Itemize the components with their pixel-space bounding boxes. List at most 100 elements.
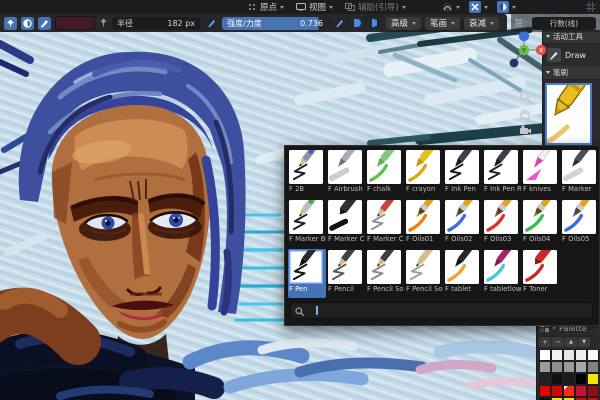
brush-thumbnail[interactable] xyxy=(562,200,596,234)
brush-thumbnail[interactable] xyxy=(406,200,440,234)
brush-thumbnail[interactable] xyxy=(523,150,557,184)
zoom-icon[interactable] xyxy=(519,90,532,103)
brush-thumbnail[interactable] xyxy=(445,150,479,184)
palette-swatch[interactable] xyxy=(575,361,587,373)
palette-swatch[interactable] xyxy=(551,373,563,385)
pan-hand-icon[interactable] xyxy=(519,107,532,120)
brush-item[interactable]: F crayon xyxy=(405,149,443,198)
brush-item[interactable]: F Ink Pen xyxy=(444,149,482,198)
palette-swatch[interactable] xyxy=(563,361,575,373)
brush-thumbnail[interactable] xyxy=(367,250,401,284)
brush-item[interactable]: F Marker Chi... xyxy=(327,199,365,248)
brush-item[interactable]: F Oils01 xyxy=(405,199,443,248)
brush-thumbnail[interactable] xyxy=(289,150,323,184)
palette-swatch[interactable] xyxy=(563,385,575,397)
brush-search-input[interactable] xyxy=(308,303,312,318)
brush-item[interactable]: F Pencil xyxy=(327,249,365,298)
palette-swatch[interactable] xyxy=(575,349,587,361)
brush-search-field[interactable] xyxy=(290,302,593,319)
brush-thumbnail[interactable] xyxy=(406,250,440,284)
palette-swatch[interactable] xyxy=(587,385,599,397)
palette-swatch[interactable] xyxy=(575,385,587,397)
palette-swatch[interactable] xyxy=(563,373,575,385)
radius-pressure-icon[interactable] xyxy=(204,16,218,30)
palette-swatch[interactable] xyxy=(587,361,599,373)
strength-slider[interactable]: 强度/力度 0.736 xyxy=(222,16,328,30)
brush-item[interactable]: F 2B xyxy=(288,149,326,198)
brush-section-header[interactable]: 笔刷 xyxy=(543,66,600,80)
brush-item[interactable]: F Pencil Soft... xyxy=(405,249,443,298)
palette-swatch[interactable] xyxy=(563,349,575,361)
strength-pressure-icon[interactable] xyxy=(332,16,346,30)
brush-item[interactable]: F chalk xyxy=(366,149,404,198)
palette-swatch[interactable] xyxy=(551,385,563,397)
palette-move-down-button[interactable]: ▼ xyxy=(578,337,590,347)
overlay-grid-icon[interactable] xyxy=(586,2,596,12)
brush-item[interactable]: F Pen xyxy=(288,249,326,298)
brush-thumbnail[interactable] xyxy=(445,200,479,234)
brush-color-field[interactable] xyxy=(55,16,95,30)
brush-thumbnail[interactable] xyxy=(484,200,518,234)
brush-item[interactable]: F Ink Pen Ro... xyxy=(483,149,521,198)
brush-thumbnail[interactable] xyxy=(484,150,518,184)
display-mode-dropdown[interactable] xyxy=(497,1,516,13)
brush-thumbnail[interactable] xyxy=(523,250,557,284)
brush-item[interactable]: F Pencil Soft xyxy=(366,249,404,298)
brush-thumbnail[interactable] xyxy=(445,250,479,284)
brush-preview[interactable] xyxy=(545,83,592,145)
brush-item[interactable]: F Marker Chi... xyxy=(366,199,404,248)
palette-move-up-button[interactable]: ▲ xyxy=(565,337,577,347)
palette-swatch[interactable] xyxy=(551,349,563,361)
brush-item[interactable]: F Oils04 xyxy=(522,199,560,248)
advanced-dropdown[interactable]: 高级 xyxy=(386,16,422,30)
pin-toggle[interactable] xyxy=(4,16,17,30)
pin-icon[interactable] xyxy=(99,18,108,28)
blend-mode-icon-1[interactable] xyxy=(350,16,364,30)
palette-swatch[interactable] xyxy=(551,361,563,373)
axis-gizmo[interactable]: X Y xyxy=(503,29,547,81)
brush-thumbnail[interactable] xyxy=(328,200,362,234)
palette-swatch[interactable] xyxy=(539,349,551,361)
palette-swatch[interactable] xyxy=(587,373,599,385)
brush-item[interactable]: F Oils05 xyxy=(561,199,599,248)
falloff-preview-dropdown[interactable] xyxy=(442,2,460,13)
brush-thumbnail[interactable] xyxy=(562,150,596,184)
brush-thumbnail[interactable] xyxy=(367,150,401,184)
active-tool-header[interactable]: 活动工具 xyxy=(543,30,600,44)
view-dropdown[interactable]: 视图 xyxy=(296,1,334,13)
guides-dropdown[interactable]: 辅助(引导) xyxy=(345,1,406,13)
brush-item[interactable]: F knives xyxy=(522,149,560,198)
brush-item[interactable]: F tabletlow xyxy=(483,249,521,298)
brush-thumbnail[interactable] xyxy=(523,200,557,234)
brush-item[interactable]: F Oils02 xyxy=(444,199,482,248)
brush-thumbnail[interactable] xyxy=(328,150,362,184)
brush-thumbnail[interactable] xyxy=(484,250,518,284)
layer-selector[interactable]: 行数(线) xyxy=(532,16,596,30)
palette-swatch[interactable] xyxy=(575,373,587,385)
brush-thumbnail[interactable] xyxy=(328,250,362,284)
camera-icon[interactable] xyxy=(519,124,532,137)
brush-thumbnail[interactable] xyxy=(367,200,401,234)
brush-item[interactable]: F Toner xyxy=(522,249,560,298)
palette-swatch[interactable] xyxy=(587,349,599,361)
active-tool-row[interactable]: Draw xyxy=(543,44,600,66)
stroke-dropdown[interactable]: 笔画 xyxy=(425,16,461,30)
brush-item[interactable]: F Marker xyxy=(561,149,599,198)
falloff-dropdown[interactable]: 衰减 xyxy=(464,16,500,30)
brush-item[interactable]: F tablet xyxy=(444,249,482,298)
palette-swatch[interactable] xyxy=(539,373,551,385)
brush-item[interactable]: F Airbrush xyxy=(327,149,365,198)
palette-swatch[interactable] xyxy=(539,361,551,373)
brush-item[interactable]: F Oils03 xyxy=(483,199,521,248)
palette-remove-button[interactable]: − xyxy=(552,337,564,347)
radius-slider[interactable]: 半径 182 px xyxy=(112,16,200,30)
tablet-pressure-toggle[interactable] xyxy=(38,16,51,30)
orientation-dropdown[interactable] xyxy=(469,1,488,13)
brush-thumbnail[interactable] xyxy=(289,200,323,234)
brush-thumbnail[interactable] xyxy=(406,150,440,184)
blend-mode-icon-2[interactable] xyxy=(368,16,382,30)
palette-swatch[interactable] xyxy=(539,385,551,397)
brush-thumbnail[interactable] xyxy=(289,250,323,284)
origin-dropdown[interactable]: 原点 xyxy=(260,1,285,13)
palette-add-button[interactable]: + xyxy=(539,337,551,347)
